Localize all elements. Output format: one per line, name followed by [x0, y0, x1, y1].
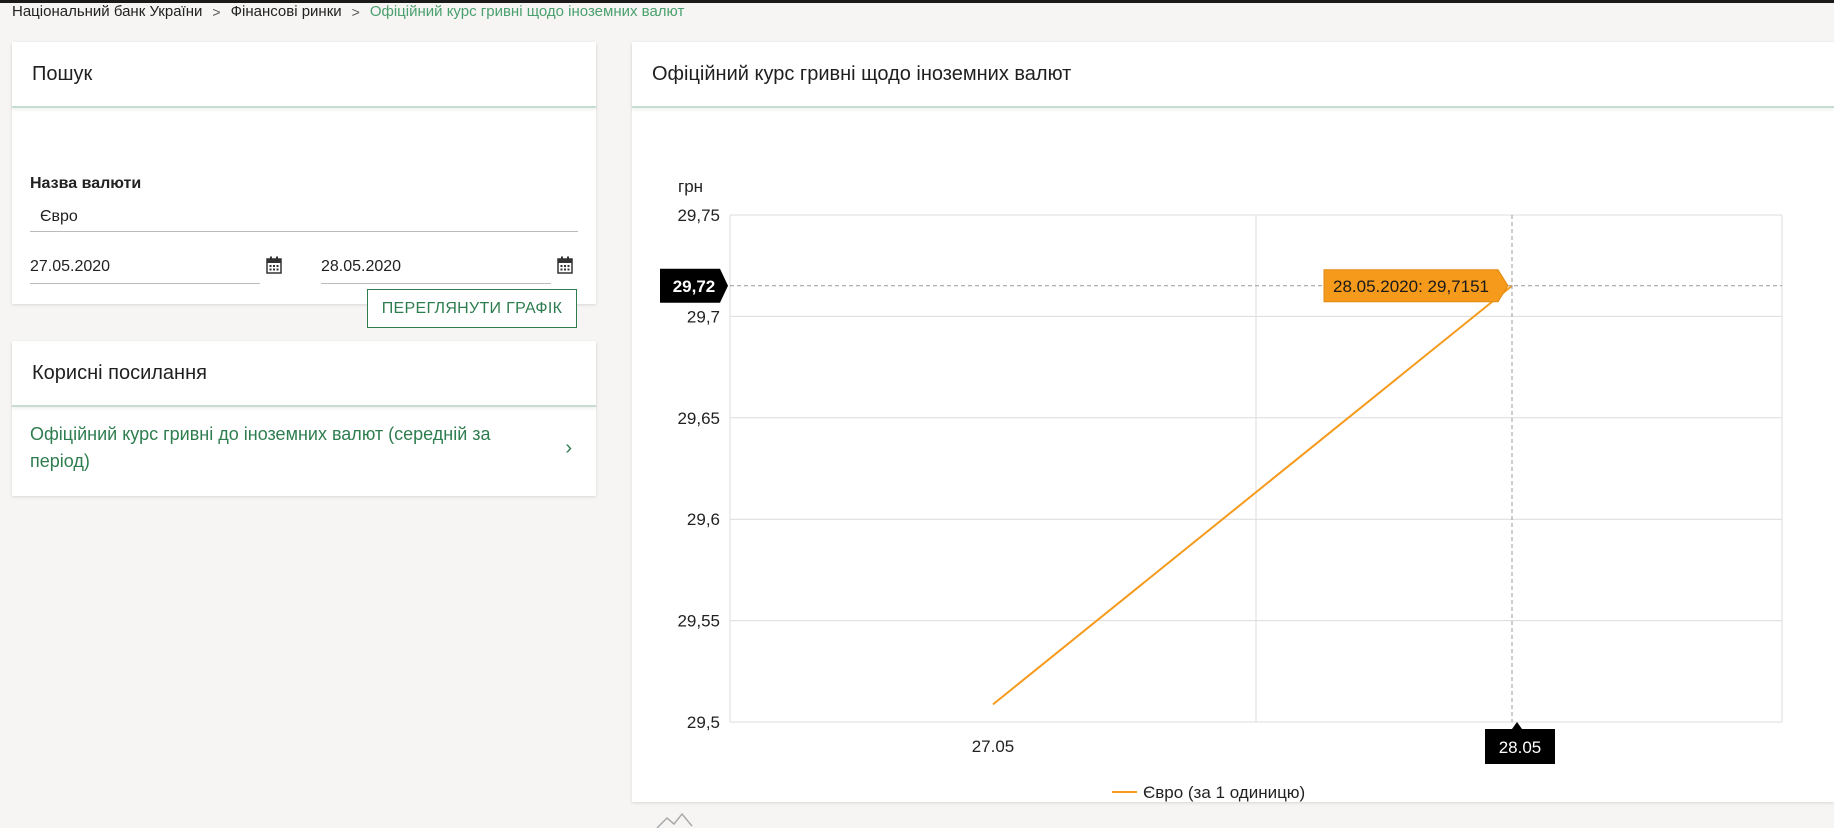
- x-tick-label: 27.05: [972, 737, 1015, 756]
- chart-export-icon[interactable]: [656, 812, 693, 828]
- crosshair-x-label: 28.05: [1485, 722, 1555, 764]
- breadcrumb: Національний банк України > Фінансові ри…: [12, 3, 684, 21]
- y-tick-label: 29,65: [677, 409, 720, 428]
- y-tick-label: 29,7: [687, 307, 720, 326]
- y-tick-label: 29,55: [677, 612, 720, 631]
- currency-input[interactable]: [30, 202, 578, 232]
- chart-panel-title: Офіційний курс гривні щодо іноземних вал…: [632, 42, 1834, 108]
- chart-panel: Офіційний курс гривні щодо іноземних вал…: [632, 42, 1834, 828]
- legend-label: Євро (за 1 одиницю): [1143, 783, 1305, 802]
- chevron-right-icon: ›: [565, 436, 572, 459]
- breadcrumb-item-nbu[interactable]: Національний банк України: [12, 3, 202, 21]
- y-tick-label: 29,5: [687, 713, 720, 732]
- breadcrumb-separator-icon: >: [212, 4, 221, 20]
- search-panel: Пошук Назва валюти ПЕРЕГЛЯНУТИ ГРАФІК: [12, 42, 596, 328]
- link-average-rate-label: Офіційний курс гривні до іноземних валют…: [30, 424, 491, 471]
- currency-label: Назва валюти: [30, 175, 142, 192]
- calendar-icon[interactable]: [266, 256, 282, 274]
- date-from-input[interactable]: [30, 250, 260, 284]
- data-tooltip: 28.05.2020: 29,7151: [1323, 269, 1509, 303]
- useful-links-title: Корисні посилання: [12, 341, 596, 407]
- useful-links-panel: Корисні посилання Офіційний курс гривні …: [12, 341, 596, 496]
- y-tick-label: 29,75: [677, 206, 720, 225]
- crosshair-x-value: 28.05: [1499, 738, 1542, 757]
- breadcrumb-separator-icon: >: [351, 4, 360, 20]
- tooltip-text: 28.05.2020: 29,7151: [1333, 277, 1489, 296]
- series-line-euro[interactable]: [992, 284, 1513, 706]
- y-tick-label: 29,6: [687, 510, 720, 529]
- view-chart-button[interactable]: ПЕРЕГЛЯНУТИ ГРАФІК: [367, 289, 577, 328]
- breadcrumb-item-financial-markets[interactable]: Фінансові ринки: [231, 3, 342, 21]
- breadcrumb-current: Офіційний курс гривні щодо іноземних вал…: [369, 3, 685, 20]
- link-average-rate[interactable]: Офіційний курс гривні до іноземних валют…: [30, 421, 578, 475]
- search-panel-title: Пошук: [12, 42, 596, 108]
- exchange-rate-chart[interactable]: грн 29,5 29,55 29,6 29,65 29,7 29,75 27.05 28.…: [632, 108, 1834, 828]
- crosshair-y-label: 29,72: [660, 268, 728, 303]
- calendar-icon[interactable]: [557, 256, 573, 274]
- date-to-input[interactable]: [321, 250, 551, 284]
- legend-item-euro[interactable]: Євро (за 1 одиницю): [1112, 783, 1305, 802]
- y-axis-unit-label: грн: [678, 177, 703, 196]
- crosshair-y-value: 29,72: [673, 277, 716, 296]
